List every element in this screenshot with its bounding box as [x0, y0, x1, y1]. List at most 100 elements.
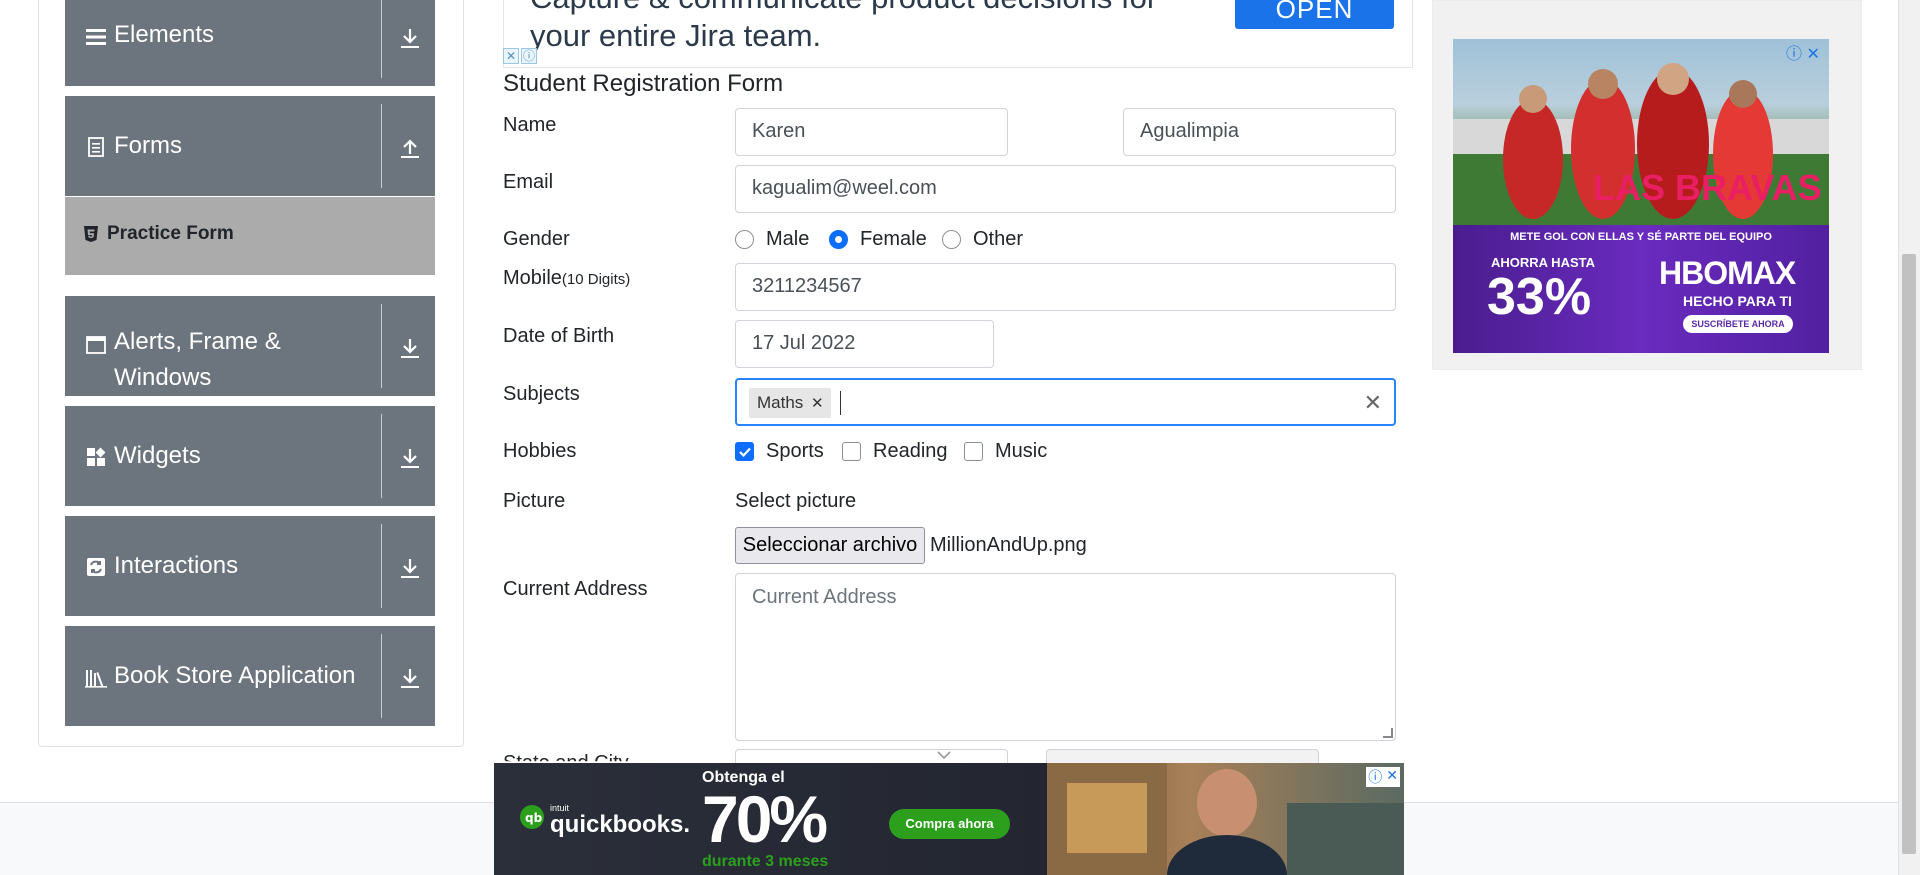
label-gender: Gender: [503, 228, 570, 250]
scrollbar-thumb[interactable]: [1902, 254, 1916, 854]
html5-icon: [83, 225, 99, 243]
download-arrow-icon[interactable]: [395, 663, 425, 693]
sidebar-item-label: Practice Form: [107, 223, 234, 244]
selected-file-name: MillionAndUp.png: [930, 534, 1087, 556]
document-icon: [85, 136, 107, 158]
info-icon[interactable]: ⓘ: [1368, 767, 1382, 787]
download-arrow-icon[interactable]: [395, 333, 425, 363]
divider: [381, 414, 382, 498]
ad-brand: HBOMAX: [1659, 255, 1796, 291]
top-ad-banner[interactable]: Capture & communicate product decisions …: [503, 0, 1413, 68]
hobby-checkbox-music[interactable]: Music: [964, 440, 1047, 463]
divider: [381, 634, 382, 718]
download-arrow-icon[interactable]: [395, 553, 425, 583]
radio-label: Female: [860, 228, 927, 250]
right-ad-creative[interactable]: LAS BRAVAS METE GOL CON ELLAS Y SÉ PARTE…: [1453, 39, 1829, 353]
checkbox-box[interactable]: [842, 442, 861, 461]
form-title: Student Registration Form: [503, 70, 784, 97]
textarea-placeholder: Current Address: [752, 586, 897, 608]
subjects-input[interactable]: Maths ✕ ✕: [735, 378, 1396, 426]
ad-brand-sub: HECHO PARA TI: [1683, 293, 1792, 309]
choose-file-button[interactable]: Seleccionar archivo: [735, 527, 925, 564]
mobile-input[interactable]: 3211234567: [735, 263, 1396, 311]
close-icon[interactable]: ✕: [503, 48, 519, 64]
svg-text:qb: qb: [525, 811, 543, 825]
sidebar-group-alerts[interactable]: Alerts, Frame & Windows: [65, 296, 435, 396]
ad-promo-panel: METE GOL CON ELLAS Y SÉ PARTE DEL EQUIPO…: [1453, 225, 1829, 353]
checkbox-box[interactable]: [964, 442, 983, 461]
clear-icon[interactable]: ✕: [1364, 390, 1382, 416]
list-icon: [85, 26, 107, 48]
ad-subscribe-button[interactable]: SUSCRÍBETE AHORA: [1683, 315, 1793, 333]
sidebar-group-forms[interactable]: Forms: [65, 96, 435, 196]
gender-radio-other[interactable]: Other: [942, 228, 1023, 251]
top-ad-open-button[interactable]: OPEN: [1235, 0, 1394, 29]
label-mobile: Mobile(10 Digits): [503, 267, 630, 290]
radio-circle[interactable]: [942, 230, 961, 249]
divider: [381, 0, 382, 78]
top-ad-text: Capture & communicate product decisions …: [530, 0, 1230, 55]
download-arrow-icon[interactable]: [395, 443, 425, 473]
radio-circle[interactable]: [735, 230, 754, 249]
interactions-icon: [85, 556, 107, 578]
hobby-checkbox-sports[interactable]: Sports: [735, 440, 824, 463]
right-ad-choices[interactable]: ⓘ ✕: [1786, 40, 1820, 64]
first-name-input[interactable]: Karen: [735, 108, 1008, 156]
email-input[interactable]: kagualim@weel.com: [735, 165, 1396, 213]
chevron-down-icon: [937, 751, 951, 760]
bottom-ad-photo: [1047, 763, 1404, 875]
sidebar-item-practice-form[interactable]: Practice Form: [65, 197, 435, 275]
hobby-checkbox-reading[interactable]: Reading: [842, 440, 948, 463]
label-hobbies: Hobbies: [503, 440, 577, 462]
top-ad-line1: Capture & communicate product decisions …: [530, 0, 1230, 17]
text-caret: [840, 391, 841, 415]
ad-buy-now-button[interactable]: Compra ahora: [889, 809, 1010, 839]
info-icon[interactable]: ⓘ: [521, 48, 537, 64]
last-name-input[interactable]: Agualimpia: [1123, 108, 1396, 156]
checkbox-label: Sports: [766, 440, 824, 462]
divider: [381, 104, 382, 188]
label-name: Name: [503, 114, 557, 136]
ad-tagline: METE GOL CON ELLAS Y SÉ PARTE DEL EQUIPO: [1510, 231, 1772, 243]
sidebar-group-label: Alerts, Frame &: [114, 328, 281, 355]
label-email: Email: [503, 171, 554, 193]
label-mobile-hint: (10 Digits): [561, 271, 631, 288]
sidebar-group-book-store[interactable]: Book Store Application: [65, 626, 435, 726]
subject-chip-label: Maths: [757, 393, 804, 412]
ad-choices[interactable]: ✕ ⓘ: [503, 48, 537, 64]
gender-radio-male[interactable]: Male: [735, 228, 809, 251]
bottom-ad-banner[interactable]: qb intuit quickbooks. Obtenga el 70% dur…: [494, 763, 1404, 875]
download-arrow-icon[interactable]: [395, 23, 425, 53]
sidebar-group-label-line2: Windows: [114, 364, 212, 391]
close-icon[interactable]: ✕: [1386, 767, 1398, 787]
upload-arrow-icon[interactable]: [395, 133, 425, 163]
resize-handle-icon[interactable]: [1383, 728, 1393, 738]
current-address-textarea[interactable]: Current Address: [735, 573, 1396, 741]
radio-circle[interactable]: [829, 230, 848, 249]
checkbox-box[interactable]: [735, 442, 754, 461]
label-dob: Date of Birth: [503, 325, 615, 347]
page-root: Elements Forms Practice Form Alerts, Fra…: [0, 0, 1920, 875]
gender-radio-female[interactable]: Female: [829, 228, 927, 251]
date-of-birth-input[interactable]: 17 Jul 2022: [735, 320, 994, 368]
bottom-ad-choices[interactable]: ⓘ ✕: [1366, 767, 1400, 787]
divider: [381, 304, 382, 388]
ad-brand: quickbooks.: [550, 811, 691, 838]
sidebar-group-label: Elements: [114, 21, 215, 48]
sidebar-group-widgets[interactable]: Widgets: [65, 406, 435, 506]
bottom-ad-left: qb intuit quickbooks. Obtenga el 70% dur…: [494, 763, 1047, 875]
ad-banner-title: LAS BRAVAS: [1593, 167, 1822, 208]
radio-label: Male: [766, 228, 810, 250]
books-icon: [85, 667, 107, 689]
info-icon[interactable]: ⓘ: [1786, 46, 1802, 63]
close-icon[interactable]: ✕: [1806, 46, 1819, 63]
label-subjects: Subjects: [503, 383, 580, 405]
checkbox-label: Reading: [873, 440, 948, 462]
sidebar-group-label: Book Store Application: [114, 662, 356, 689]
sidebar-group-elements[interactable]: Elements: [65, 0, 435, 86]
radio-label: Other: [973, 228, 1024, 250]
remove-chip-icon[interactable]: ✕: [803, 394, 831, 412]
sidebar-group-interactions[interactable]: Interactions: [65, 516, 435, 616]
label-picture: Picture: [503, 490, 566, 512]
select-picture-caption: Select picture: [735, 490, 857, 512]
